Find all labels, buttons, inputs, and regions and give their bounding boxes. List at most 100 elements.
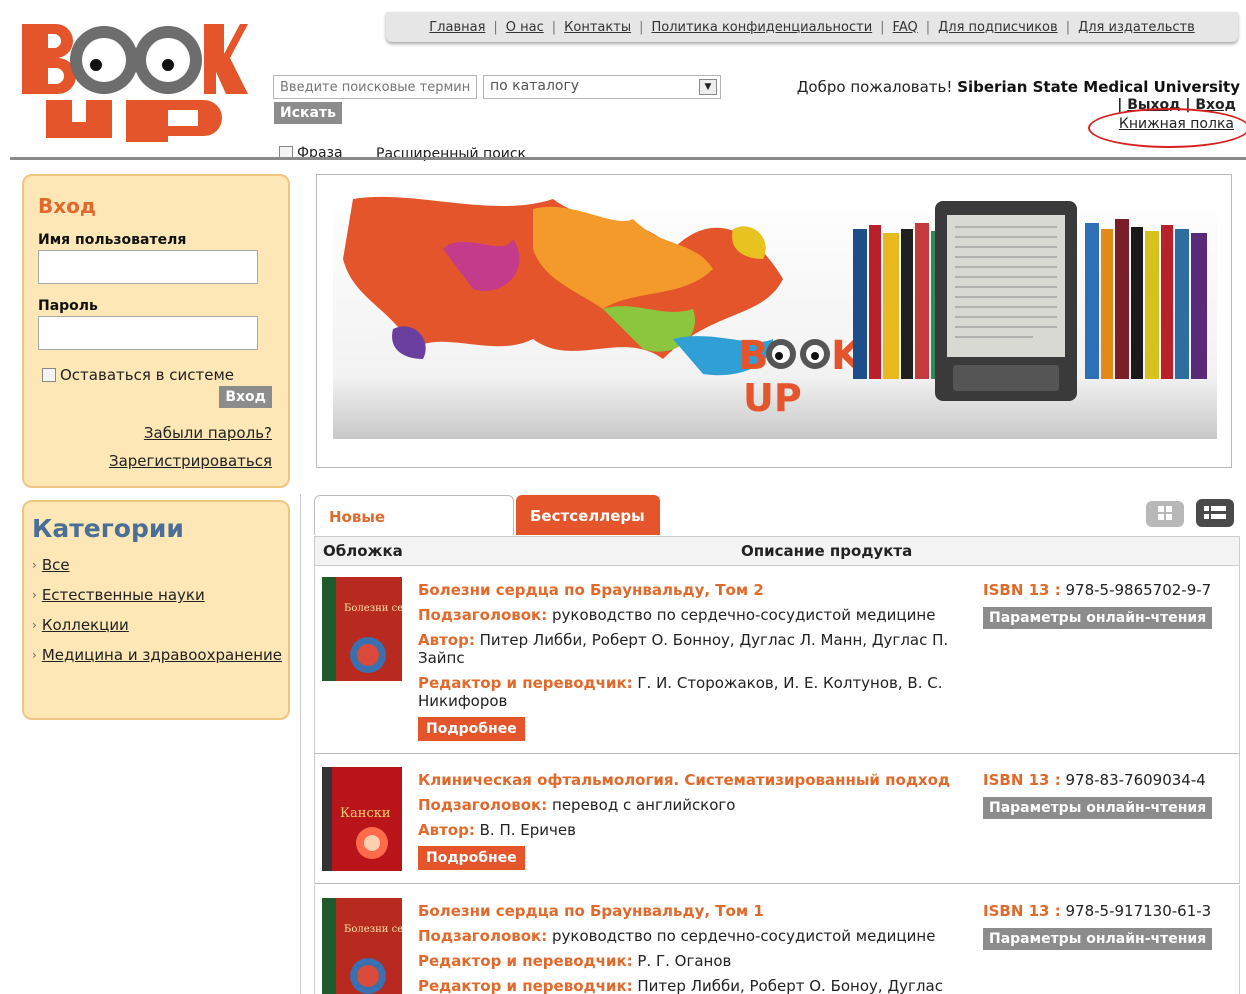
book-cover[interactable]: Болезни сердца (322, 577, 402, 681)
isbn-block: ISBN 13 : 978-83-7609034-4 Параметры онл… (983, 771, 1239, 819)
product-title-link[interactable]: Болезни сердца по Браунвальду, Том 2 (418, 581, 970, 599)
tab-bestsellers[interactable]: Бестселлеры (516, 495, 660, 535)
password-field[interactable] (38, 316, 258, 350)
product-subtitle: Подзаголовок: перевод с английского (418, 796, 970, 814)
nav-link-home[interactable]: Главная (429, 20, 485, 35)
nav-separator: | (1065, 19, 1071, 35)
category-link-all[interactable]: Все (42, 554, 70, 576)
search-input[interactable] (273, 75, 477, 99)
nav-separator: | (880, 19, 885, 35)
nav-link-faq[interactable]: FAQ (893, 20, 918, 35)
tab-new-arrivals[interactable]: Новые поступления (314, 495, 514, 568)
nav-link-privacy[interactable]: Политика конфиденциальности (651, 20, 872, 35)
grid-view-icon[interactable] (1146, 501, 1184, 527)
product-info: Болезни сердца по Браунвальду, Том 1 Под… (418, 902, 970, 994)
category-item: › Естественные науки (32, 584, 282, 606)
product-tabs: Новые поступления Бестселлеры (314, 495, 1240, 568)
product-title-link[interactable]: Болезни сердца по Браунвальду, Том 1 (418, 902, 970, 920)
product-info: Клиническая офтальмология. Систематизиро… (418, 771, 970, 870)
banner-image: B K UP (333, 189, 1217, 439)
bookup-logo[interactable] (22, 20, 248, 142)
isbn-block: ISBN 13 : 978-5-9865702-9-7 Параметры он… (983, 581, 1239, 629)
product-subtitle: Подзаголовок: руководство по сердечно-со… (418, 927, 970, 945)
column-header-cover: Обложка (323, 542, 403, 560)
online-reading-params-button[interactable]: Параметры онлайн-чтения (983, 797, 1213, 819)
editor-key: Редактор и переводчик: (418, 952, 633, 970)
auth-separator: | (1117, 97, 1123, 113)
product-editor: Редактор и переводчик: Питер Либби, Робе… (418, 977, 970, 994)
banner-illustration: B K UP (333, 189, 1217, 439)
promo-banner[interactable]: B K UP (316, 174, 1232, 468)
more-button[interactable]: Подробнее (418, 717, 525, 741)
nav-link-publishers[interactable]: Для издательств (1078, 20, 1195, 35)
online-reading-params-button[interactable]: Параметры онлайн-чтения (983, 928, 1213, 950)
remember-me-label: Оставаться в системе (60, 366, 234, 384)
isbn-value: 978-83-7609034-4 (1065, 771, 1206, 789)
chevron-right-icon: › (32, 558, 37, 572)
forgot-password-link[interactable]: Забыли пароль? (144, 424, 272, 442)
product-row: Болезни сердца Болезни сердца по Браунва… (314, 885, 1240, 994)
nav-separator: | (493, 19, 498, 35)
chevron-down-icon[interactable]: ▼ (699, 79, 717, 95)
search-scope-select[interactable]: по каталогу ▼ (483, 75, 721, 99)
category-link-collections[interactable]: Коллекции (42, 614, 129, 636)
nav-link-about[interactable]: О нас (506, 20, 544, 35)
category-item: › Все (32, 554, 282, 576)
nav-separator: | (639, 19, 644, 35)
login-button[interactable]: Вход (219, 386, 272, 408)
nav-separator: | (925, 19, 931, 35)
online-reading-params-button[interactable]: Параметры онлайн-чтения (983, 607, 1213, 629)
categories-list: › Все › Естественные науки › Коллекции › Мед… (32, 554, 282, 674)
search-button[interactable]: Искать (274, 102, 342, 124)
category-link-medicine[interactable]: Медицина и здравоохранение (42, 644, 282, 666)
nav-link-subscribers[interactable]: Для подписчиков (938, 20, 1058, 35)
product-editor: Редактор и переводчик: Г. И. Сторожаков,… (418, 674, 970, 710)
svg-text:UP: UP (743, 376, 802, 420)
category-item: › Медицина и здравоохранение (32, 644, 282, 666)
column-header-description: Описание продукта (741, 542, 913, 560)
category-item: › Коллекции (32, 614, 282, 636)
chevron-right-icon: › (32, 618, 37, 632)
isbn-value: 978-5-9865702-9-7 (1065, 581, 1212, 599)
author-key: Автор: (418, 821, 475, 839)
more-button[interactable]: Подробнее (418, 846, 525, 870)
isbn-key: ISBN 13 : (983, 771, 1061, 789)
isbn-value: 978-5-917130-61-3 (1065, 902, 1212, 920)
remember-me-checkbox[interactable] (42, 368, 56, 382)
subtitle-key: Подзаголовок: (418, 796, 548, 814)
chevron-right-icon: › (32, 648, 37, 662)
editor-value: Питер Либби, Роберт О. Боноу, Дуглас (637, 977, 943, 994)
register-link[interactable]: Зарегистрироваться (109, 452, 272, 470)
content-divider (300, 494, 301, 994)
highlight-annotation (1088, 108, 1246, 148)
search-scope-value: по каталогу (490, 78, 580, 94)
nav-link-contacts[interactable]: Контакты (564, 20, 631, 35)
subtitle-value: перевод с английского (552, 796, 736, 814)
editor-key: Редактор и переводчик: (418, 977, 633, 994)
book-cover[interactable]: Болезни сердца (322, 898, 402, 994)
login-title: Вход (38, 194, 97, 218)
chevron-right-icon: › (32, 588, 37, 602)
list-view-icon[interactable] (1196, 499, 1234, 527)
username-field[interactable] (38, 250, 258, 284)
categories-title: Категории (32, 514, 184, 543)
product-author: Автор: Питер Либби, Роберт О. Бонноу, Ду… (418, 631, 970, 667)
cover-title-text: Кански (340, 806, 391, 821)
isbn-block: ISBN 13 : 978-5-917130-61-3 Параметры он… (983, 902, 1239, 950)
subtitle-key: Подзаголовок: (418, 927, 548, 945)
welcome-text: Добро пожаловать! (796, 78, 953, 96)
product-table-header: Обложка Описание продукта (314, 536, 1240, 566)
author-value: Питер Либби, Роберт О. Бонноу, Дуглас Л.… (418, 631, 949, 667)
login-panel: Вход Имя пользователя Пароль Оставаться … (22, 174, 290, 488)
product-row: Кански Клиническая офтальмология. Систем… (314, 754, 1240, 884)
book-cover[interactable]: Кански (322, 767, 402, 871)
product-row: Болезни сердца Болезни сердца по Браунва… (314, 566, 1240, 754)
ereader (935, 201, 1077, 401)
category-link-natural-sciences[interactable]: Естественные науки (42, 584, 205, 606)
cover-title-text: Болезни сердца (344, 603, 402, 614)
cover-title-text: Болезни сердца (344, 924, 402, 935)
isbn-key: ISBN 13 : (983, 902, 1061, 920)
product-title-link[interactable]: Клиническая офтальмология. Систематизиро… (418, 771, 970, 789)
nav-separator: | (551, 19, 557, 35)
remember-me: Оставаться в системе (42, 366, 234, 384)
